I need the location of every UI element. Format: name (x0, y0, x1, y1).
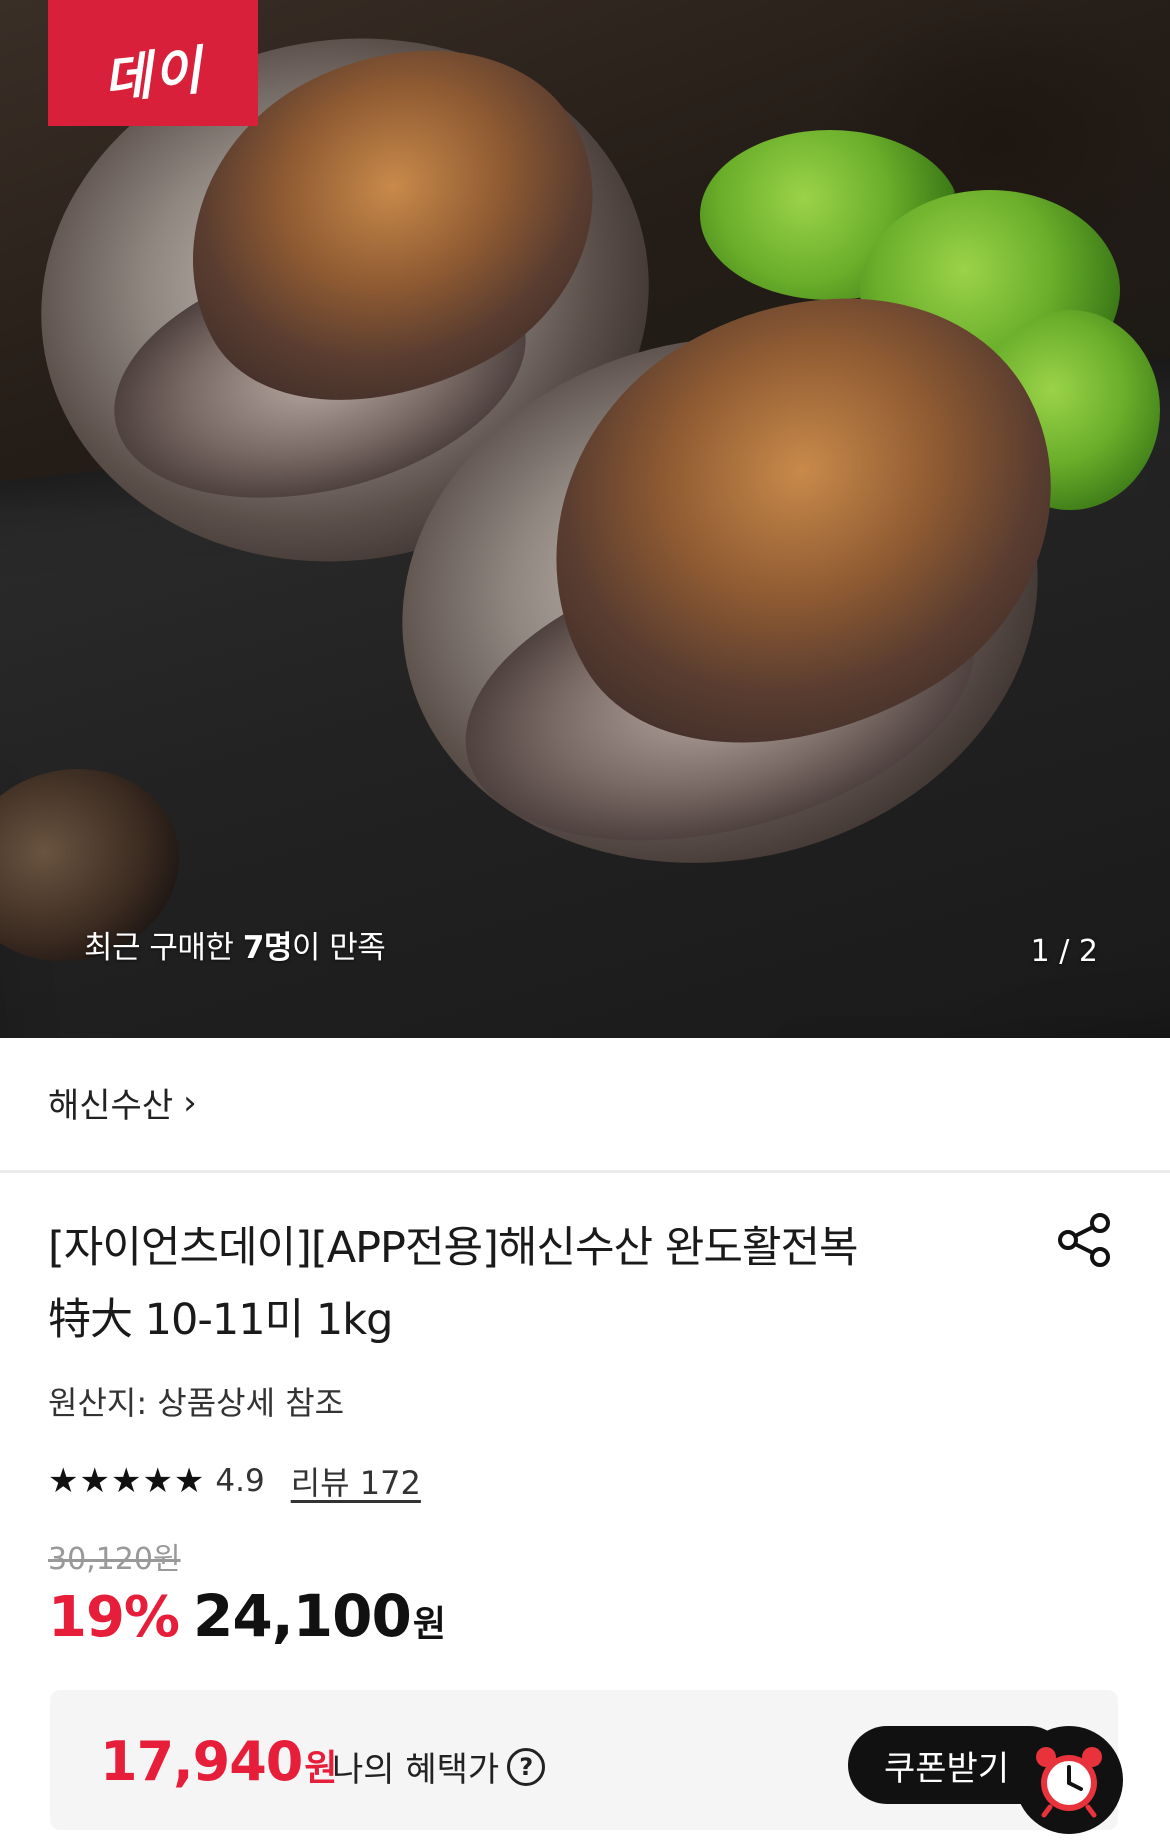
product-title: [자이언츠데이][APP전용]해신수산 완도활전복 特大 10-11미 1kg (48, 1212, 988, 1356)
review-link[interactable]: 리뷰 172 (291, 1458, 421, 1504)
benefit-label: 나의 혜택가 ? (332, 1742, 546, 1791)
discount-rate: 19% (48, 1585, 180, 1650)
price-row: 19% 24,100 원 (48, 1582, 446, 1650)
coupon-button-label: 쿠폰받기 (884, 1748, 1010, 1789)
benefit-price-value: 17,940 (100, 1730, 303, 1793)
image-pager: 1 / 2 (1030, 934, 1098, 969)
divider (0, 1170, 1170, 1173)
rating-score: 4.9 (215, 1463, 265, 1499)
origin-info: 원산지: 상품상세 참조 (48, 1384, 345, 1422)
rating-row: ★★★★★ 4.9 리뷰 172 (48, 1458, 421, 1504)
rating-stars: ★★★★★ (48, 1461, 206, 1501)
caption-count: 7명 (242, 930, 293, 966)
benefit-label-text: 나의 혜택가 (332, 1750, 500, 1790)
sale-price: 24,100 (193, 1582, 412, 1650)
caption-prefix: 최근 구매한 (84, 930, 243, 966)
question-circle-icon[interactable]: ? (507, 1747, 546, 1786)
alarm-clock-graphic (1036, 1747, 1102, 1818)
brand-badge-text: 데이 (100, 39, 207, 112)
product-title-line1: [자이언츠데이][APP전용]해신수산 완도활전복 (48, 1223, 859, 1273)
alarm-clock-icon[interactable] (1015, 1726, 1123, 1834)
caption-suffix: 이 만족 (291, 930, 386, 966)
seller-name: 해신수산 (48, 1086, 174, 1126)
satisfaction-caption: 최근 구매한 7명이 만족 (84, 922, 386, 967)
seller-link[interactable]: 해신수산 › (48, 1078, 197, 1127)
price-unit: 원 (412, 1604, 446, 1645)
product-image-carousel[interactable]: 데이 최근 구매한 7명이 만족 1 / 2 (0, 0, 1170, 1038)
brand-badge: 데이 (48, 0, 258, 126)
product-title-line2: 特大 10-11미 1kg (48, 1295, 393, 1345)
chevron-right-icon: › (183, 1082, 197, 1123)
benefit-box: 17,940 원 나의 혜택가 ? 쿠폰받기 (50, 1690, 1118, 1830)
original-price: 30,120원 (48, 1542, 181, 1577)
share-icon[interactable] (1054, 1210, 1114, 1270)
benefit-price: 17,940 원 (100, 1730, 338, 1793)
